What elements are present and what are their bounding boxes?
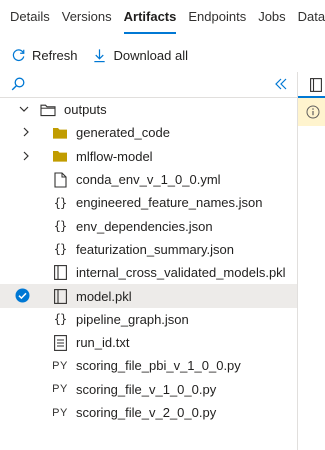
download-all-button[interactable]: Download all bbox=[92, 47, 188, 63]
tree-file-conda-env[interactable]: conda_env_v_1_0_0.yml bbox=[0, 168, 297, 191]
tree-item-label: mlflow-model bbox=[76, 148, 153, 164]
tree-item-label: env_dependencies.json bbox=[76, 218, 213, 234]
tree-item-label: scoring_file_v_2_0_0.py bbox=[76, 405, 217, 420]
info-banner bbox=[298, 98, 325, 126]
selected-check-icon[interactable] bbox=[15, 288, 30, 303]
tree-file-internal-cross-validated-models[interactable]: internal_cross_validated_models.pkl bbox=[0, 261, 297, 284]
panel-divider bbox=[297, 72, 298, 450]
python-icon: PY bbox=[52, 383, 68, 396]
artifacts-toolbar: Refresh Download all bbox=[0, 40, 325, 70]
tree-item-label: scoring_file_pbi_v_1_0_0.py bbox=[76, 358, 241, 374]
tab-data[interactable]: Data bbox=[292, 0, 325, 34]
tree-file-featurization-summary[interactable]: {} featurization_summary.json bbox=[0, 238, 297, 261]
chevron-right-icon[interactable] bbox=[20, 150, 32, 162]
tab-versions[interactable]: Versions bbox=[56, 0, 118, 34]
folder-icon bbox=[52, 148, 68, 164]
tree-item-label: scoring_file_v_1_0_0.py bbox=[76, 381, 217, 397]
tree-item-label: generated_code bbox=[76, 125, 170, 141]
tree-item-label: internal_cross_validated_models.pkl bbox=[76, 265, 286, 281]
json-icon: {} bbox=[53, 242, 67, 257]
file-icon bbox=[52, 171, 68, 188]
tree-folder-mlflow-model[interactable]: mlflow-model bbox=[0, 145, 297, 168]
json-icon: {} bbox=[53, 312, 67, 327]
folder-outline-icon bbox=[40, 102, 56, 118]
tree-item-label: run_id.txt bbox=[76, 335, 130, 351]
document-icon bbox=[310, 78, 322, 92]
refresh-icon bbox=[10, 47, 26, 63]
refresh-button[interactable]: Refresh bbox=[10, 47, 78, 63]
json-icon: {} bbox=[53, 195, 67, 210]
tree-item-label: engineered_feature_names.json bbox=[76, 195, 263, 211]
tree-file-model-pkl[interactable]: model.pkl bbox=[0, 284, 297, 308]
tab-artifacts[interactable]: Artifacts bbox=[118, 0, 183, 34]
search-icon[interactable] bbox=[10, 76, 26, 92]
pkl-icon bbox=[52, 288, 68, 304]
tree-item-label: outputs bbox=[64, 102, 107, 118]
tree-file-run-id[interactable]: run_id.txt bbox=[0, 331, 297, 354]
tree-file-scoring-file-pbi[interactable]: PY scoring_file_pbi_v_1_0_0.py bbox=[0, 354, 297, 377]
tree-folder-outputs[interactable]: outputs bbox=[0, 98, 297, 121]
tree-file-scoring-file-v2[interactable]: PY scoring_file_v_2_0_0.py bbox=[0, 401, 297, 424]
tree-search-bar bbox=[0, 72, 297, 98]
python-icon: PY bbox=[52, 359, 68, 372]
tree-folder-generated-code[interactable]: generated_code bbox=[0, 121, 297, 144]
tab-bar: Details Versions Artifacts Endpoints Job… bbox=[0, 0, 325, 34]
tree-item-label: conda_env_v_1_0_0.yml bbox=[76, 172, 221, 188]
python-icon: PY bbox=[52, 406, 68, 419]
artifact-tree: outputs generated_code mlflow-model cond… bbox=[0, 98, 297, 424]
chevron-down-icon[interactable] bbox=[18, 103, 30, 115]
json-icon: {} bbox=[53, 219, 67, 234]
tree-item-label: pipeline_graph.json bbox=[76, 311, 189, 327]
tree-file-env-dependencies[interactable]: {} env_dependencies.json bbox=[0, 214, 297, 237]
pkl-icon bbox=[52, 265, 68, 281]
tab-endpoints[interactable]: Endpoints bbox=[182, 0, 252, 34]
tree-item-label: model.pkl bbox=[76, 288, 132, 304]
download-icon bbox=[92, 47, 108, 63]
chevron-right-icon[interactable] bbox=[20, 126, 32, 138]
tree-file-pipeline-graph[interactable]: {} pipeline_graph.json bbox=[0, 308, 297, 331]
folder-icon bbox=[52, 125, 68, 141]
refresh-label: Refresh bbox=[32, 47, 78, 63]
collapse-panel-icon[interactable] bbox=[273, 76, 289, 92]
download-all-label: Download all bbox=[113, 47, 188, 63]
text-file-icon bbox=[52, 334, 68, 351]
info-icon bbox=[306, 105, 320, 119]
tree-file-engineered-feature-names[interactable]: {} engineered_feature_names.json bbox=[0, 191, 297, 214]
tab-jobs[interactable]: Jobs bbox=[252, 0, 291, 34]
tree-file-scoring-file-v1[interactable]: PY scoring_file_v_1_0_0.py bbox=[0, 378, 297, 401]
tree-item-label: featurization_summary.json bbox=[76, 241, 234, 257]
preview-tab[interactable] bbox=[298, 72, 325, 98]
tab-details[interactable]: Details bbox=[0, 0, 56, 34]
